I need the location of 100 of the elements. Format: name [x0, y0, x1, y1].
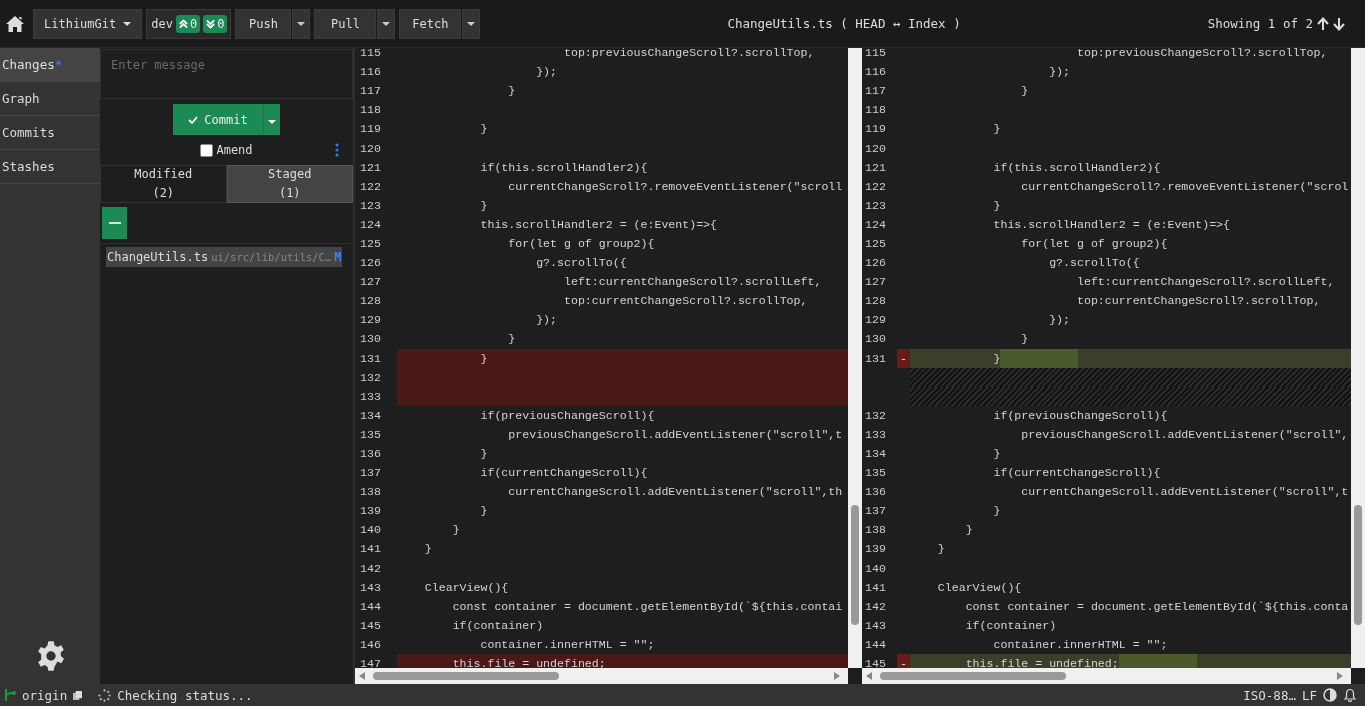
line-number: 124 — [864, 217, 887, 231]
code-line: if(previousChangeScroll){ — [479, 408, 655, 422]
dropdown-button[interactable] — [263, 104, 280, 135]
line-number: 141 — [864, 580, 887, 594]
line-number: 125 — [864, 237, 887, 250]
contrast-icon[interactable] — [1323, 688, 1337, 702]
line-number: 116 — [864, 65, 887, 79]
unstage-button[interactable] — [102, 207, 127, 239]
code-line: if(this.scrollHandler2){ — [992, 160, 1161, 174]
line-number: 145 — [359, 618, 382, 632]
line-number: 130 — [359, 332, 382, 346]
sidebar-item[interactable]: Changes* — [0, 48, 100, 82]
copy-icon[interactable] — [73, 690, 83, 700]
code-line: const container = document.getElementById(`${this.conta — [964, 599, 1349, 613]
line-number: 141 — [359, 542, 382, 556]
code-line: ClearView(){ — [936, 580, 1022, 594]
bell-icon[interactable] — [1343, 688, 1357, 702]
horizontal-scrollbar[interactable] — [862, 668, 1351, 684]
caret-icon — [297, 21, 306, 26]
tab[interactable]: Modified (2) — [100, 165, 227, 203]
file-path: ui/src/lib/utils/C… — [211, 251, 332, 263]
code-line: } — [507, 84, 516, 98]
dropdown-button[interactable] — [292, 8, 311, 39]
line-number: 136 — [359, 447, 382, 460]
scroll-right-icon[interactable] — [834, 672, 840, 680]
code-line: } — [936, 542, 945, 556]
line-number: 117 — [359, 84, 382, 98]
line-number: 125 — [359, 237, 382, 250]
amend-checkbox[interactable] — [200, 143, 214, 157]
status-message: Checking status... — [117, 687, 253, 703]
code-line: if(container) — [451, 618, 544, 632]
code-line: previousChangeScroll.addEventListener("scroll",t — [507, 427, 843, 441]
tab[interactable]: Staged (1) — [226, 165, 353, 203]
change-marker: - — [900, 657, 907, 668]
horizontal-scrollbar[interactable] — [355, 668, 848, 684]
remote-name[interactable]: origin — [22, 687, 68, 703]
vertical-scrollbar[interactable] — [1351, 48, 1365, 668]
line-number: 142 — [864, 599, 887, 613]
code-line: g?.scrollTo({ — [1048, 256, 1140, 270]
amend-label: Amend — [216, 143, 253, 157]
encoding-label[interactable]: ISO-88… — [1243, 687, 1296, 703]
commit-button[interactable]: Commit — [173, 104, 263, 135]
vertical-scrollbar[interactable] — [848, 48, 862, 668]
line-number: 119 — [359, 122, 382, 136]
line-number: 142 — [359, 561, 382, 575]
code-line: currentChangeScroll?.removeEventListener("scrol — [1020, 179, 1349, 193]
code-line: } — [479, 351, 488, 365]
toolbar-button[interactable]: Push — [235, 8, 292, 39]
line-number: 147 — [359, 657, 382, 668]
dropdown-button[interactable] — [377, 8, 396, 39]
line-number: 123 — [359, 198, 382, 212]
line-number: 126 — [359, 256, 382, 270]
line-number: 115 — [864, 48, 887, 60]
settings-icon[interactable] — [35, 640, 67, 672]
dropdown-button[interactable] — [462, 8, 481, 39]
line-number: 121 — [359, 160, 382, 174]
line-number: 122 — [359, 179, 382, 193]
code-line: } — [992, 198, 1001, 212]
message-field[interactable]: Enter message — [100, 49, 353, 99]
line-number: 133 — [359, 389, 382, 403]
branch-box[interactable]: dev 0 0 — [146, 8, 232, 39]
diff-title: ChangeUtils.ts ( HEAD ↔ Index ) — [726, 16, 962, 31]
line-number: 124 — [359, 217, 382, 231]
scroll-right-icon[interactable] — [1337, 672, 1343, 680]
line-number: 127 — [864, 275, 887, 289]
line-number: 143 — [864, 618, 887, 632]
line-number: 140 — [864, 561, 887, 575]
repository-dropdown[interactable]: LithiumGit — [33, 8, 143, 39]
line-number: 117 — [864, 84, 887, 98]
caret-icon — [467, 21, 476, 26]
scroll-left-icon[interactable] — [359, 672, 365, 680]
line-number: 119 — [864, 122, 887, 136]
file-item[interactable]: ChangeUtils.ts ui/src/lib/utils/C… M — [106, 247, 342, 267]
home-icon[interactable] — [5, 14, 25, 33]
scroll-left-icon[interactable] — [866, 672, 872, 680]
line-number: 122 — [864, 179, 887, 193]
code-line: } — [479, 447, 488, 460]
code-line: const container = document.getElementById(`${this.contai — [451, 599, 843, 613]
line-number: 146 — [359, 637, 382, 651]
code-line: this.scrollHandler2 = (e:Event)=>{ — [479, 217, 718, 231]
line-number: 128 — [359, 294, 382, 308]
line-number: 134 — [359, 408, 382, 422]
code-line: } — [451, 523, 460, 537]
line-number: 118 — [359, 103, 382, 117]
line-number: 131 — [864, 351, 887, 365]
arrow-up-icon[interactable] — [1317, 16, 1329, 31]
code-line: } — [1020, 84, 1029, 98]
line-number: 144 — [359, 599, 382, 613]
code-line: top:currentChangeScroll?.scrollTop, — [562, 294, 808, 308]
file-name: ChangeUtils.ts — [107, 250, 209, 264]
arrow-down-icon[interactable] — [1333, 16, 1345, 31]
code-line: this.scrollHandler2 = (e:Event)=>{ — [992, 217, 1231, 231]
line-ending-label[interactable]: LF — [1301, 687, 1317, 703]
code-line: container.innerHTML = ""; — [479, 637, 655, 651]
line-number: 132 — [359, 370, 382, 384]
toolbar-button[interactable]: Fetch — [399, 8, 462, 39]
more-options-icon[interactable] — [335, 143, 339, 157]
code-line: top:previousChangeScroll?.scrollTop, — [1075, 48, 1328, 60]
check-icon — [188, 115, 199, 124]
toolbar-button[interactable]: Pull — [314, 8, 377, 39]
